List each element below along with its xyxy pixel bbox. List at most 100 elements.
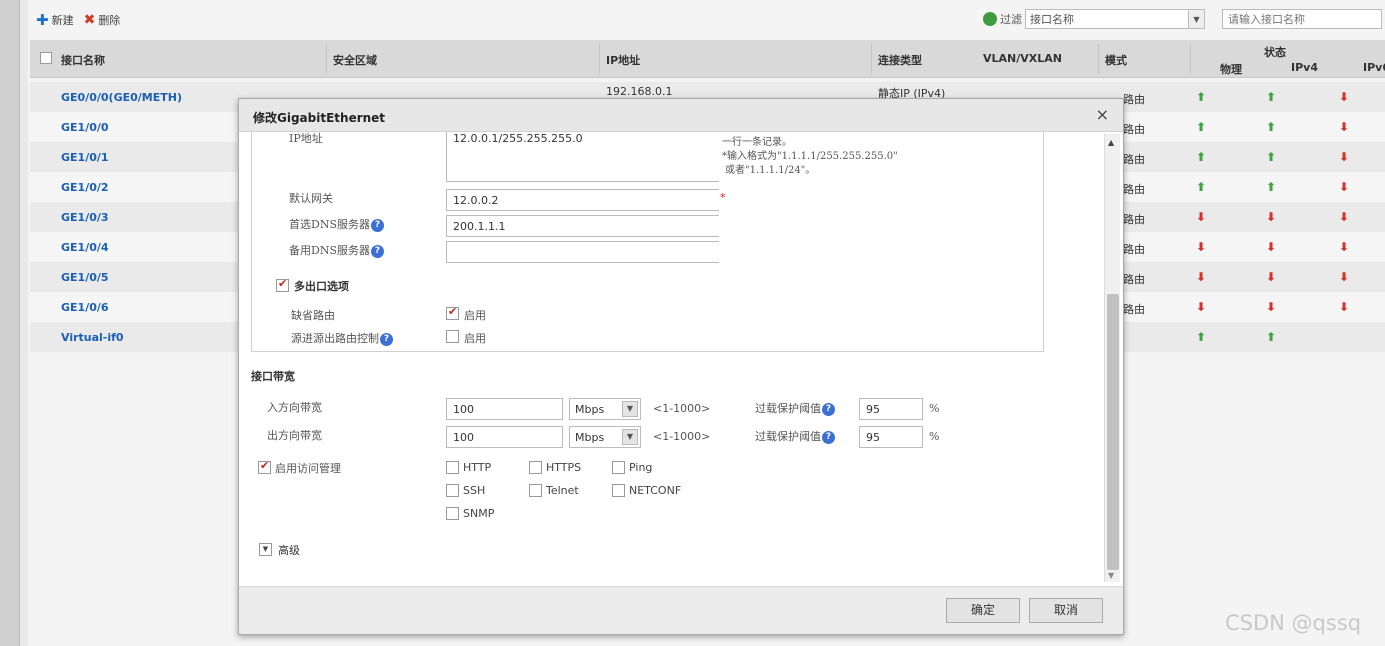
filter-search-input[interactable] [1222,9,1382,29]
dialog-title: 修改GigabitEthernet [253,111,386,125]
toolbar: ✚ 新建 ✖ 删除 [36,10,120,30]
ipv4-status-down-arrow-icon: ⬇ [1266,240,1277,254]
out-overload-label: 过载保护阈值? [755,428,835,444]
out-bandwidth-unit-select[interactable]: Mbps ▼ [569,426,641,448]
interface-name-link[interactable]: GE1/0/0 [61,121,109,134]
multi-exit-checkbox[interactable] [276,277,289,292]
in-bandwidth-input[interactable] [446,398,563,420]
ping-checkbox[interactable] [612,461,625,474]
ipv4-status-down-arrow-icon: ⬇ [1266,300,1277,314]
https-checkbox[interactable] [529,461,542,474]
default-route-enable-label: 启用 [464,309,486,322]
close-icon[interactable]: × [1096,105,1109,124]
ip-address-label: IP地址 [289,132,323,145]
http-checkbox[interactable] [446,461,459,474]
src-route-label: 源进源出路由控制? [291,330,393,346]
filter-icon [983,12,997,26]
ipv6-status-down-arrow-icon: ⬇ [1339,300,1350,314]
select-all-checkbox[interactable] [40,52,52,64]
out-bandwidth-label: 出方向带宽 [267,429,322,442]
column-divider [1098,44,1099,74]
header-zone[interactable]: 安全区域 [333,52,377,68]
netconf-label: NETCONF [629,484,682,497]
ip-hint-2: *输入格式为"1.1.1.1/255.255.255.0" [722,151,898,162]
cancel-button[interactable]: 取消 [1029,598,1103,623]
help-icon[interactable]: ? [380,332,393,346]
in-overload-input[interactable] [859,398,923,420]
expand-advanced-icon[interactable]: ▼ [259,543,272,556]
out-bandwidth-input[interactable] [446,426,563,448]
mode-cell: 路由 [1123,243,1145,256]
chevron-down-icon: ▼ [1188,10,1204,28]
filter-field-select[interactable]: 接口名称 ▼ [1025,9,1205,29]
ipv4-status-down-arrow-icon: ⬇ [1266,210,1277,224]
ok-button[interactable]: 确定 [946,598,1020,623]
dns2-label: 备用DNS服务器? [289,242,384,258]
header-mode[interactable]: 模式 [1105,52,1127,68]
mode-cell: 路由 [1123,183,1145,196]
telnet-checkbox[interactable] [529,484,542,497]
header-conn[interactable]: 连接类型 [878,52,922,68]
ipv6-status-down-arrow-icon: ⬇ [1339,210,1350,224]
mode-cell: 路由 [1123,93,1145,106]
physical-status-down-arrow-icon: ⬇ [1196,240,1207,254]
chevron-down-icon: ▼ [622,401,638,417]
ssh-label: SSH [463,484,486,497]
delete-label: 删除 [98,14,121,27]
physical-status-up-arrow-icon: ⬆ [1196,120,1207,134]
interface-name-link[interactable]: GE0/0/0(GE0/METH) [61,91,182,104]
help-icon[interactable]: ? [822,402,835,416]
out-range-hint: <1-1000> [653,430,711,443]
http-label: HTTP [463,461,492,474]
netconf-checkbox[interactable] [612,484,625,497]
dns2-input[interactable] [446,241,719,263]
advanced-label[interactable]: 高级 [278,542,300,558]
new-button[interactable]: ✚ 新建 [36,12,74,28]
header-vlan[interactable]: VLAN/VXLAN [983,52,1062,65]
access-manage-label: 启用访问管理 [275,462,341,475]
physical-status-down-arrow-icon: ⬇ [1196,300,1207,314]
interface-name-link[interactable]: GE1/0/5 [61,271,109,284]
physical-status-up-arrow-icon: ⬆ [1196,180,1207,194]
header-name[interactable]: 接口名称 [61,52,105,68]
dns1-input[interactable] [446,215,719,237]
ip-address-value: 12.0.0.1/255.255.255.0 [453,132,583,145]
snmp-checkbox[interactable] [446,507,459,520]
access-manage-checkbox[interactable] [258,459,271,474]
scroll-down-icon[interactable]: ▼ [1108,571,1114,580]
ipv6-status-down-arrow-icon: ⬇ [1339,90,1350,104]
ip-address-textarea[interactable]: 12.0.0.1/255.255.255.0 [446,132,719,182]
scroll-thumb[interactable] [1107,294,1119,570]
help-icon[interactable]: ? [822,430,835,444]
interface-name-link[interactable]: GE1/0/1 [61,151,109,164]
interface-name-link[interactable]: Virtual-if0 [61,331,124,344]
dialog-scrollbar[interactable]: ▲ ▼ [1104,134,1120,582]
default-route-checkbox[interactable] [446,305,459,320]
scroll-up-icon[interactable]: ▲ [1108,138,1114,147]
required-mark: * [720,191,726,204]
delete-button[interactable]: ✖ 删除 [84,12,121,28]
gateway-input[interactable] [446,189,719,211]
https-label: HTTPS [546,461,582,474]
ipv4-status-up-arrow-icon: ⬆ [1266,180,1277,194]
column-divider [871,44,872,74]
interface-name-link[interactable]: GE1/0/2 [61,181,109,194]
dns1-label-text: 首选DNS服务器 [289,218,370,231]
out-overload-input[interactable] [859,426,923,448]
src-route-checkbox[interactable] [446,330,459,343]
ssh-checkbox[interactable] [446,484,459,497]
chevron-down-icon: ▼ [622,429,638,445]
physical-status-down-arrow-icon: ⬇ [1196,270,1207,284]
out-unit-value: Mbps [575,431,605,444]
help-icon[interactable]: ? [370,218,384,232]
header-ip[interactable]: IP地址 [606,52,640,68]
help-icon[interactable]: ? [370,244,384,258]
interface-name-link[interactable]: GE1/0/3 [61,211,109,224]
in-bandwidth-unit-select[interactable]: Mbps ▼ [569,398,641,420]
header-physical: 物理 [1220,63,1242,76]
mode-cell: 路由 [1123,273,1145,286]
mode-cell: 路由 [1123,153,1145,166]
interface-name-link[interactable]: GE1/0/6 [61,301,109,314]
interface-name-link[interactable]: GE1/0/4 [61,241,109,254]
in-percent: % [929,402,940,415]
